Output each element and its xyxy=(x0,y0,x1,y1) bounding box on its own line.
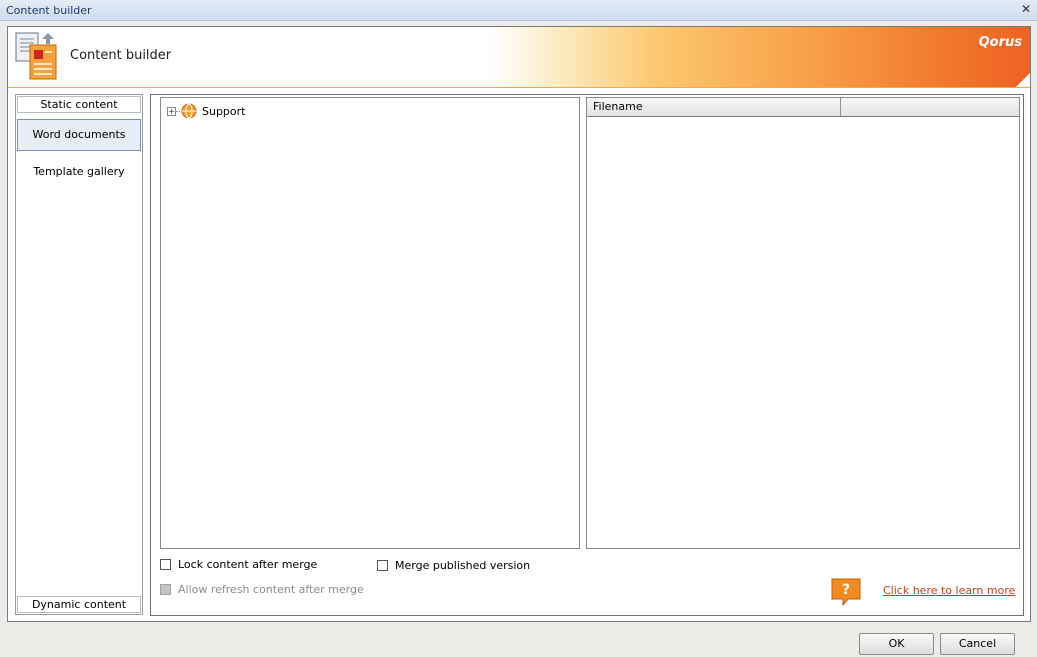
tree-node-support[interactable]: + Support xyxy=(167,103,245,119)
lock-content-label: Lock content after merge xyxy=(178,558,318,571)
files-grid[interactable]: Filename xyxy=(586,97,1020,549)
header-corner-fold xyxy=(1016,73,1030,87)
tree-connector xyxy=(176,110,180,112)
learn-more-link[interactable]: Click here to learn more xyxy=(883,584,1015,597)
content-panel: + Support Filename Lock content after me… xyxy=(150,94,1024,616)
allow-refresh-option: Allow refresh content after merge xyxy=(160,583,364,596)
merge-options: Lock content after merge Merge published… xyxy=(160,558,860,608)
orange-globe-icon xyxy=(181,103,197,119)
dialog-frame: Content builder Qorus Static content Wor… xyxy=(7,26,1031,622)
close-icon[interactable]: ✕ xyxy=(1019,2,1033,16)
grid-header: Filename xyxy=(587,98,1019,117)
allow-refresh-checkbox xyxy=(160,584,171,595)
content-builder-icon xyxy=(15,32,57,80)
dialog-heading: Content builder xyxy=(70,48,172,63)
svg-text:?: ? xyxy=(842,582,850,598)
brand-logo: Qorus xyxy=(978,35,1022,50)
column-header-blank[interactable] xyxy=(841,98,1019,116)
merge-published-option[interactable]: Merge published version xyxy=(377,559,530,572)
dialog-header: Content builder Qorus xyxy=(8,27,1030,88)
merge-published-label: Merge published version xyxy=(395,559,531,572)
sidebar-item-word-documents[interactable]: Word documents xyxy=(17,119,141,151)
sidebar: Static content Word documents Template g… xyxy=(15,94,143,615)
cancel-button[interactable]: Cancel xyxy=(940,633,1015,655)
tree-node-label[interactable]: Support xyxy=(202,105,245,118)
merge-published-checkbox[interactable] xyxy=(377,560,388,571)
window-title: Content builder xyxy=(6,4,92,17)
sidebar-item-template-gallery[interactable]: Template gallery xyxy=(17,156,141,188)
content-tree[interactable]: + Support xyxy=(160,97,580,549)
allow-refresh-label: Allow refresh content after merge xyxy=(178,583,364,596)
lock-content-option[interactable]: Lock content after merge xyxy=(160,558,317,571)
help-question-icon[interactable]: ? xyxy=(830,577,862,607)
ok-button[interactable]: OK xyxy=(859,633,934,655)
sidebar-section-static: Static content xyxy=(17,96,141,113)
sidebar-section-dynamic[interactable]: Dynamic content xyxy=(17,596,141,613)
expand-icon[interactable]: + xyxy=(167,106,176,116)
column-header-filename[interactable]: Filename xyxy=(587,98,841,116)
window-titlebar: Content builder ✕ xyxy=(0,0,1037,21)
lock-content-checkbox[interactable] xyxy=(160,559,171,570)
